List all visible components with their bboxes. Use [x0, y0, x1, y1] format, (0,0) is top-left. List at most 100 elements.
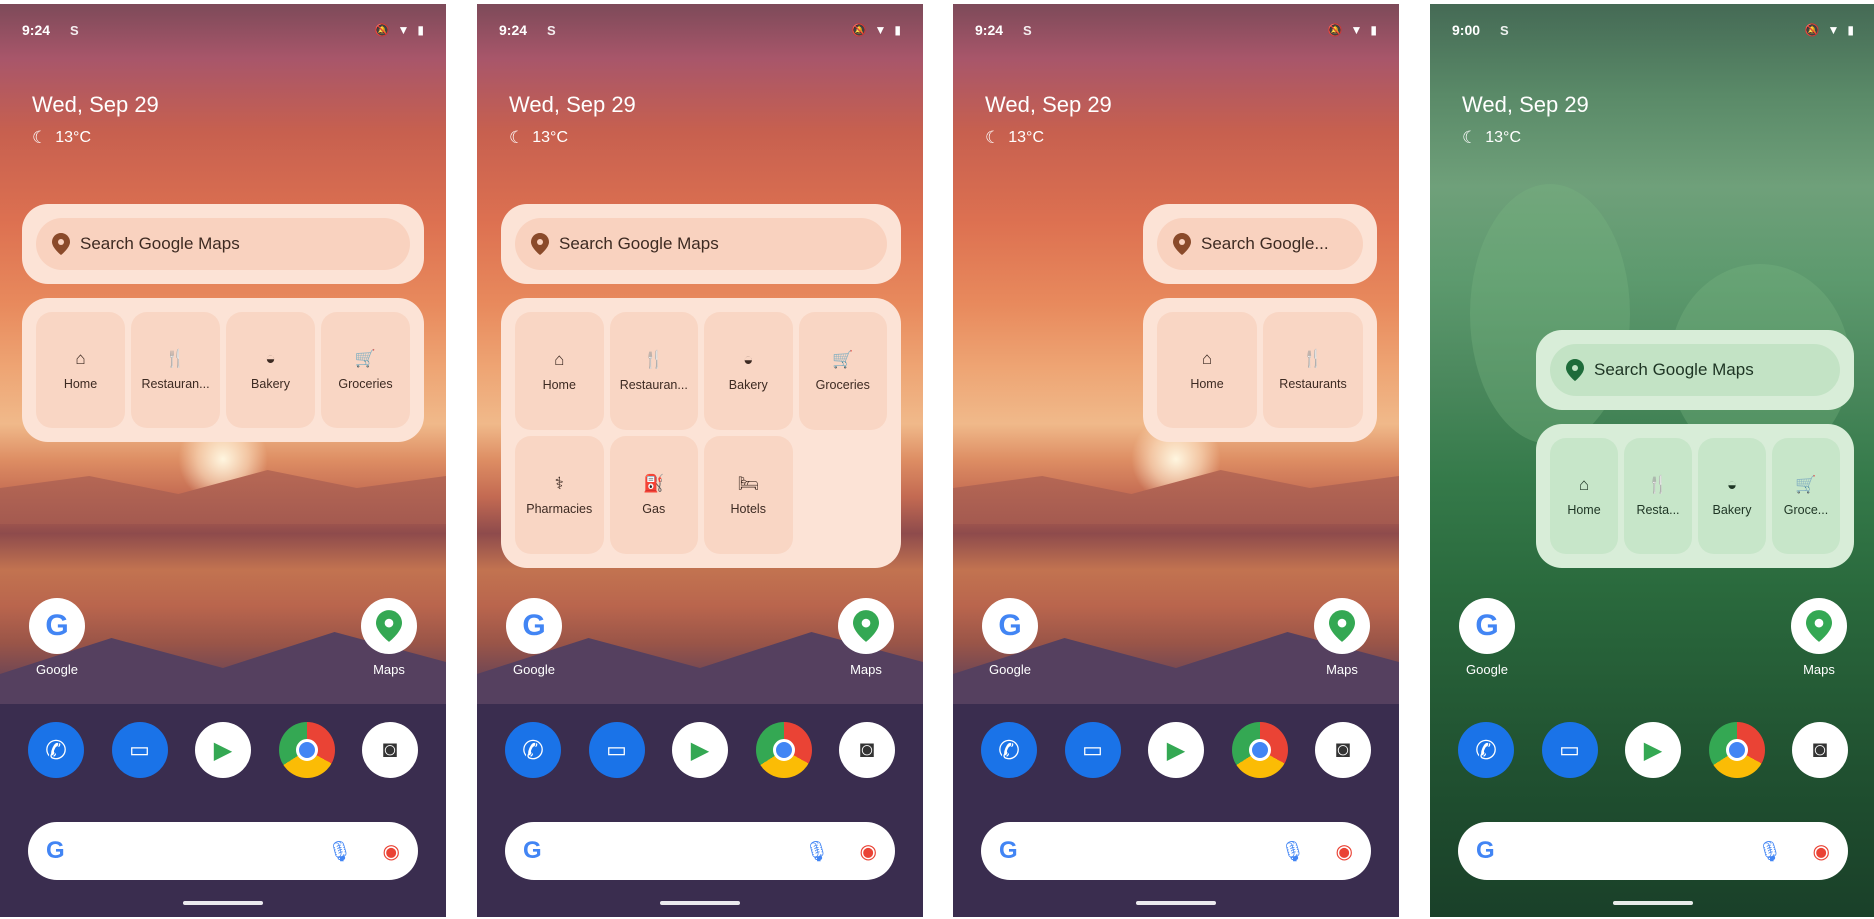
maps-app[interactable]: Maps — [1314, 598, 1370, 677]
mic-icon[interactable]: 🎙 — [1757, 839, 1782, 864]
status-bar: 9:00 S 🔕 ▼ ▮ — [1452, 20, 1854, 40]
shortcut-label: Hotels — [730, 502, 766, 516]
google-app[interactable]: G Google — [29, 598, 85, 677]
search-maps-button[interactable]: Search Google Maps — [1550, 344, 1840, 396]
cart-icon: 🛒 — [832, 350, 854, 369]
app-label: Google — [1466, 662, 1508, 677]
shortcut-label: Bakery — [1712, 503, 1752, 517]
shortcut-home[interactable]: ⌂ Home — [36, 312, 125, 428]
camera-icon[interactable]: ◙ — [839, 722, 895, 778]
shortcut-label: Restauran... — [141, 377, 210, 391]
restaurant-icon: 🍴 — [643, 350, 665, 369]
google-logo-icon: G — [46, 837, 65, 864]
wifi-icon: ▼ — [874, 23, 887, 37]
google-search-bar[interactable]: G 🎙 ◉ — [28, 822, 418, 880]
maps-app[interactable]: Maps — [1791, 598, 1847, 677]
google-search-bar[interactable]: G 🎙 ◉ — [981, 822, 1371, 880]
shortcut-restaurants[interactable]: 🍴 Restauran... — [131, 312, 220, 428]
dock: ✆ ▭ ▶ ◙ — [28, 722, 418, 778]
chrome-icon[interactable] — [755, 722, 812, 778]
app-label: Maps — [850, 662, 882, 677]
clock: 9:00 — [1452, 22, 1481, 38]
search-maps-button[interactable]: Search Google Maps — [36, 218, 410, 270]
dock: ✆ ▭ ▶ ◙ — [981, 722, 1371, 778]
shortcut-groceries[interactable]: 🛒 Groceries — [321, 312, 410, 428]
shortcut-hotels[interactable]: 🛏 Hotels — [704, 436, 793, 554]
mic-icon[interactable]: 🎙 — [327, 839, 352, 864]
maps-app[interactable]: Maps — [361, 598, 417, 677]
chrome-icon[interactable] — [278, 722, 335, 778]
google-search-bar[interactable]: G 🎙 ◉ — [505, 822, 895, 880]
shortcut-restaurants[interactable]: 🍴 Restaurants — [1263, 312, 1363, 428]
phone-icon[interactable]: ✆ — [981, 722, 1037, 778]
messages-icon[interactable]: ▭ — [1064, 722, 1121, 778]
lens-icon[interactable]: ◉ — [383, 839, 400, 864]
messages-icon[interactable]: ▭ — [1541, 722, 1598, 778]
play-store-icon[interactable]: ▶ — [1148, 722, 1204, 778]
google-logo-icon: G — [523, 837, 542, 864]
chrome-icon[interactable] — [1231, 722, 1288, 778]
gesture-bar[interactable] — [1613, 901, 1693, 905]
battery-icon: ▮ — [417, 23, 424, 37]
moon-icon: ☾ — [32, 128, 48, 147]
play-store-icon[interactable]: ▶ — [672, 722, 728, 778]
shortcut-home[interactable]: ⌂ Home — [1550, 438, 1618, 554]
search-label: Search Google... — [1201, 234, 1329, 253]
google-app[interactable]: G Google — [982, 598, 1038, 677]
shortcut-pharmacies[interactable]: ⚕ Pharmacies — [515, 436, 604, 554]
messages-icon[interactable]: ▭ — [111, 722, 168, 778]
gesture-bar[interactable] — [1136, 901, 1216, 905]
bell-off-icon: 🔕 — [1804, 23, 1820, 37]
search-maps-button[interactable]: Search Google... — [1157, 218, 1363, 270]
phone-icon[interactable]: ✆ — [1458, 722, 1514, 778]
shortcut-home[interactable]: ⌂ Home — [1157, 312, 1257, 428]
app-label: Maps — [1326, 662, 1358, 677]
shortcut-bakery[interactable]: ◒ Bakery — [226, 312, 315, 428]
hotel-icon: 🛏 — [737, 474, 760, 493]
phone-icon[interactable]: ✆ — [28, 722, 84, 778]
pharmacy-icon: ⚕ — [554, 474, 564, 493]
google-app[interactable]: G Google — [506, 598, 562, 677]
maps-icon — [1791, 598, 1847, 654]
maps-app[interactable]: Maps — [838, 598, 894, 677]
shortcut-bakery[interactable]: ◒ Bakery — [704, 312, 793, 430]
shortcut-home[interactable]: ⌂ Home — [515, 312, 604, 430]
shortcut-groceries[interactable]: 🛒 Groceries — [798, 312, 887, 430]
lens-icon[interactable]: ◉ — [1813, 839, 1830, 864]
lens-icon[interactable]: ◉ — [1336, 839, 1353, 864]
camera-icon[interactable]: ◙ — [362, 722, 418, 778]
gesture-bar[interactable] — [660, 901, 740, 905]
shortcut-gas[interactable]: ⛽ Gas — [609, 436, 698, 554]
weather: ☾ 13°C — [1462, 128, 1521, 148]
shortcut-label: Groceries — [815, 378, 870, 392]
shortcut-bakery[interactable]: ◒ Bakery — [1698, 438, 1766, 554]
phone-screen-4: 9:00 S 🔕 ▼ ▮ Wed, Sep 29 ☾ 13°C Search G… — [1430, 4, 1874, 917]
gesture-bar[interactable] — [183, 901, 263, 905]
play-store-icon[interactable]: ▶ — [195, 722, 251, 778]
shortcut-restaurants[interactable]: 🍴 Resta... — [1624, 438, 1692, 554]
shortcut-groceries[interactable]: 🛒 Groce... — [1772, 438, 1840, 554]
lens-icon[interactable]: ◉ — [860, 839, 877, 864]
moon-icon: ☾ — [985, 128, 1001, 147]
status-bar: 9:24 S 🔕 ▼ ▮ — [22, 20, 424, 40]
google-logo-icon: G — [1476, 837, 1495, 864]
shortcut-restaurants[interactable]: 🍴 Restauran... — [609, 312, 698, 430]
google-app[interactable]: G Google — [1459, 598, 1515, 677]
google-search-bar[interactable]: G 🎙 ◉ — [1458, 822, 1848, 880]
mic-icon[interactable]: 🎙 — [1280, 839, 1305, 864]
search-maps-button[interactable]: Search Google Maps — [515, 218, 887, 270]
dock: ✆ ▭ ▶ ◙ — [505, 722, 895, 778]
phone-icon[interactable]: ✆ — [505, 722, 561, 778]
phone-screen-1: 9:24 S 🔕 ▼ ▮ Wed, Sep 29 ☾ 13°C Search G… — [0, 4, 446, 917]
play-store-icon[interactable]: ▶ — [1625, 722, 1681, 778]
cart-icon: 🛒 — [354, 349, 377, 368]
shortcuts-widget: ⌂ Home 🍴 Restauran... ◒ Bakery 🛒 Groceries — [22, 298, 424, 442]
google-icon: G — [506, 598, 562, 654]
home-icon: ⌂ — [1201, 349, 1213, 368]
messages-icon[interactable]: ▭ — [588, 722, 645, 778]
mic-icon[interactable]: 🎙 — [804, 839, 829, 864]
home-icon: ⌂ — [554, 350, 565, 369]
chrome-icon[interactable] — [1708, 722, 1765, 778]
camera-icon[interactable]: ◙ — [1315, 722, 1371, 778]
camera-icon[interactable]: ◙ — [1792, 722, 1848, 778]
